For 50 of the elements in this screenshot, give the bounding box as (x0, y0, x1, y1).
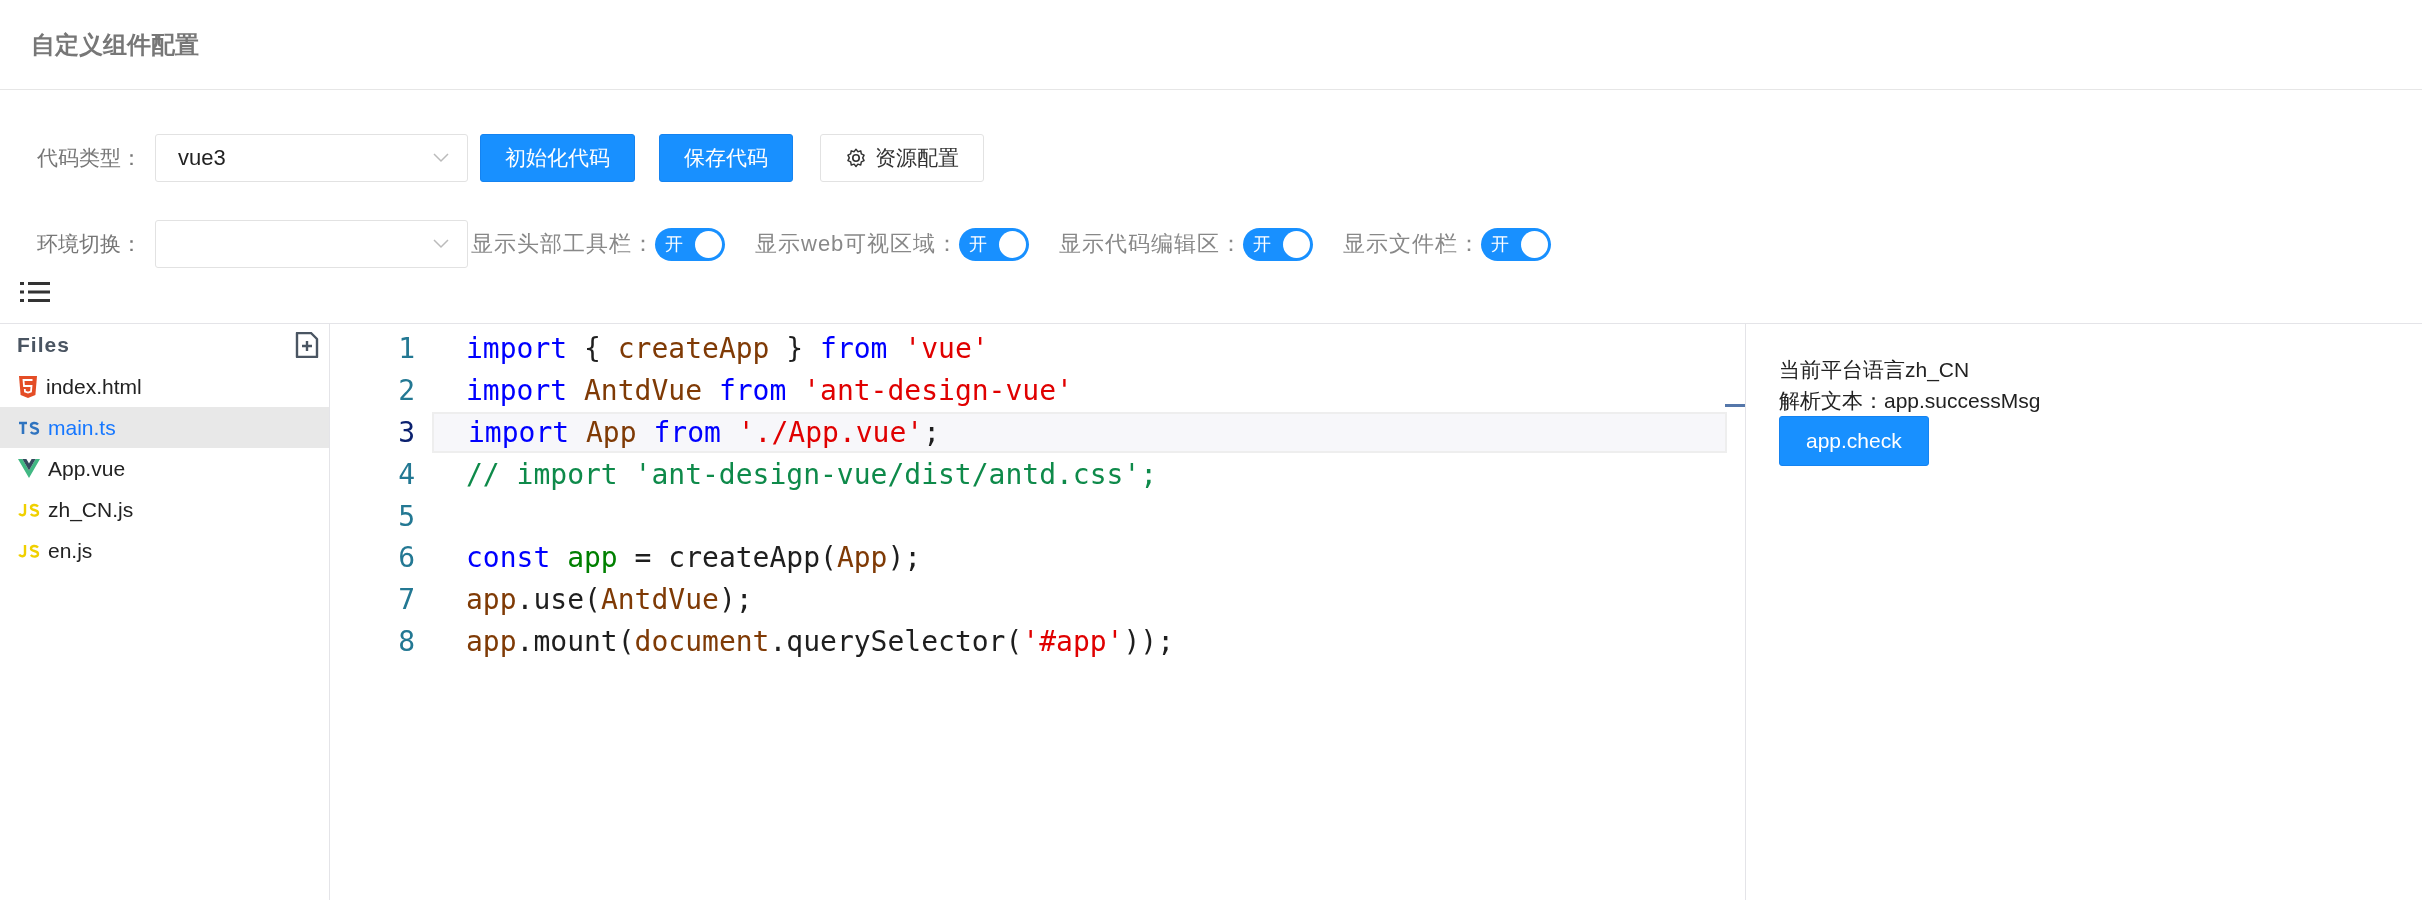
switch-label: 显示文件栏： (1343, 230, 1482, 258)
settings-button[interactable]: 资源配置 (820, 134, 984, 182)
vue-file-icon (18, 459, 40, 478)
code-line: // import 'ant-design-vue/dist/antd.css'; (466, 457, 1158, 491)
toggle-switch[interactable]: 开 (655, 227, 725, 261)
settings-icon (845, 147, 867, 169)
primary-button[interactable]: 初始化代码 (480, 134, 635, 182)
code-line: app.mount(document.querySelector('#app')); (466, 624, 1175, 658)
switch-label: 显示头部工具栏： (471, 230, 655, 258)
files-heading: Files (17, 333, 70, 357)
check-button[interactable]: app.check (1779, 416, 1929, 466)
cursor-marker (1725, 404, 1745, 407)
preview-text: 当前平台语言zh_CN (1779, 357, 1970, 384)
new-file-icon[interactable] (295, 332, 319, 358)
code-type-select[interactable]: vue3 (155, 134, 468, 182)
line-number: 1 (397, 332, 415, 366)
code-line: import AntdVue from 'ant-design-vue' (466, 374, 1073, 408)
toggle-switch[interactable]: 开 (959, 227, 1030, 261)
code-line: const app = createApp(App); (466, 541, 922, 575)
line-number: 6 (397, 541, 415, 575)
typescript-file-icon (18, 420, 40, 435)
line-number: 8 (397, 624, 415, 658)
page-title: 自定义组件配置 (31, 29, 199, 60)
code-line: app.use(AntdVue); (466, 583, 753, 617)
primary-button[interactable]: 保存代码 (659, 134, 793, 182)
file-item[interactable]: en.js (0, 530, 329, 571)
line-number: 4 (397, 457, 415, 491)
file-item[interactable]: zh_CN.js (0, 489, 329, 530)
chevron-down-icon (433, 239, 449, 249)
file-item[interactable]: index.html (0, 366, 329, 407)
line-number: 5 (397, 499, 415, 533)
javascript-file-icon (18, 502, 40, 517)
html-file-icon (18, 375, 38, 398)
file-item[interactable]: App.vue (0, 448, 329, 489)
preview-text: 解析文本：app.successMsg (1779, 388, 2041, 414)
line-number: 3 (397, 416, 415, 449)
line-number: 2 (397, 374, 415, 408)
toggle-switch[interactable]: 开 (1243, 227, 1314, 261)
chevron-down-icon (433, 153, 449, 163)
code-line: import { createApp } from 'vue' (466, 332, 989, 366)
file-item[interactable]: main.ts (0, 407, 329, 448)
switch-label: 显示代码编辑区： (1059, 230, 1244, 258)
switch-label: 显示web可视区域： (755, 230, 960, 258)
code-line: import App from './App.vue'; (468, 416, 941, 449)
javascript-file-icon (18, 543, 40, 558)
toggle-switch[interactable]: 开 (1481, 227, 1552, 261)
field-label: 代码类型： (37, 145, 143, 171)
line-number: 7 (397, 583, 415, 617)
field-label: 环境切换： (37, 231, 143, 257)
list-icon[interactable] (20, 281, 50, 303)
